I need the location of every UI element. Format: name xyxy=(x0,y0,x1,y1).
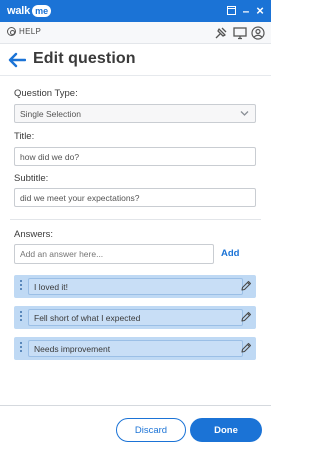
answer-label: Fell short of what I expected xyxy=(34,312,141,323)
back-arrow-icon[interactable] xyxy=(8,52,26,68)
logo-text: walk xyxy=(7,5,31,17)
answer-row: Fell short of what I expected xyxy=(14,306,256,329)
footer: Discard Done xyxy=(0,405,271,450)
answer-label: Needs improvement xyxy=(34,343,111,354)
drag-handle-icon[interactable] xyxy=(19,311,23,325)
answers-label: Answers: xyxy=(14,229,54,240)
title-bar: walk me – × xyxy=(0,0,271,22)
title-field[interactable]: how did we do? xyxy=(14,147,256,166)
minimize-button[interactable]: – xyxy=(239,3,253,19)
done-button[interactable]: Done xyxy=(190,418,262,442)
logo-badge: me xyxy=(32,5,52,17)
page-title: Edit question xyxy=(33,50,136,67)
answer-label: I loved it! xyxy=(34,281,69,292)
help-button[interactable]: HELP xyxy=(7,27,41,36)
answer-field[interactable]: Fell short of what I expected xyxy=(28,309,243,326)
add-answer-input[interactable] xyxy=(14,244,214,264)
question-type-label: Question Type: xyxy=(14,88,78,99)
help-icon xyxy=(7,27,16,36)
maximize-icon xyxy=(226,6,236,15)
close-button[interactable]: × xyxy=(253,3,267,19)
monitor-icon[interactable] xyxy=(233,26,247,40)
subtitle-value: did we meet your expectations? xyxy=(20,192,140,203)
drag-handle-icon[interactable] xyxy=(19,342,23,356)
page-header: Edit question xyxy=(0,44,271,76)
walkme-logo: walk me xyxy=(7,4,52,18)
question-type-value: Single Selection xyxy=(20,108,81,119)
discard-button[interactable]: Discard xyxy=(116,418,186,442)
answer-row: Needs improvement xyxy=(14,337,256,360)
help-label: HELP xyxy=(19,27,42,36)
answer-field[interactable]: Needs improvement xyxy=(28,340,243,357)
pencil-icon[interactable] xyxy=(240,311,252,323)
chevron-down-icon xyxy=(240,111,249,116)
question-type-select[interactable]: Single Selection xyxy=(14,104,256,123)
add-answer-button[interactable]: Add xyxy=(221,248,239,259)
pencil-icon[interactable] xyxy=(240,342,252,354)
subtitle-label: Subtitle: xyxy=(14,173,49,184)
title-label: Title: xyxy=(14,131,35,142)
title-value: how did we do? xyxy=(20,151,80,162)
answer-row: I loved it! xyxy=(14,275,256,298)
section-divider xyxy=(10,219,261,220)
answer-field[interactable]: I loved it! xyxy=(28,278,243,295)
drag-handle-icon[interactable] xyxy=(19,280,23,294)
pin-icon[interactable] xyxy=(214,26,228,40)
subtitle-field[interactable]: did we meet your expectations? xyxy=(14,188,256,207)
maximize-button[interactable] xyxy=(224,3,238,19)
pencil-icon[interactable] xyxy=(240,280,252,292)
user-icon[interactable] xyxy=(251,26,265,40)
toolbar: HELP xyxy=(0,22,271,44)
